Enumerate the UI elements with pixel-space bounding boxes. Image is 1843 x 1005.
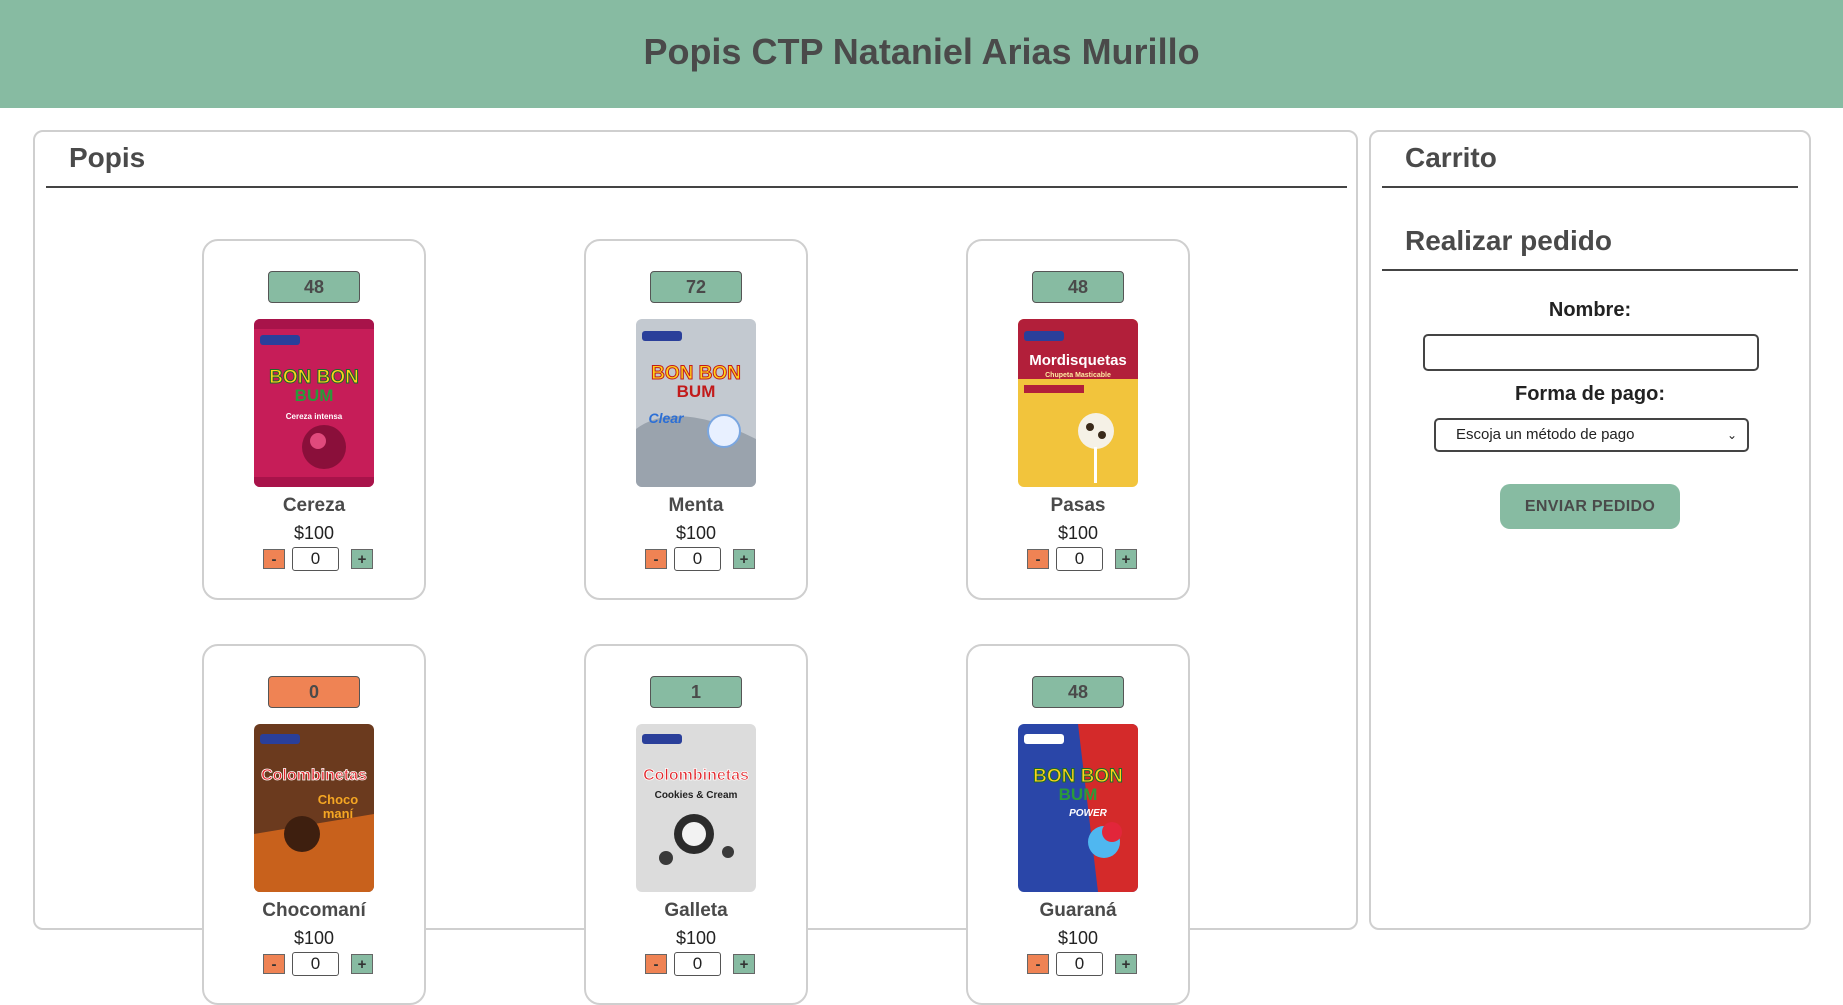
stock-badge: 1 bbox=[650, 676, 742, 708]
submit-order-button[interactable]: ENVIAR PEDIDO bbox=[1500, 484, 1680, 529]
order-title: Realizar pedido bbox=[1405, 225, 1612, 256]
order-title-divider bbox=[1382, 269, 1798, 271]
svg-text:POWER: POWER bbox=[1069, 808, 1108, 819]
stock-badge: 48 bbox=[268, 271, 360, 303]
svg-text:BUM: BUM bbox=[1059, 785, 1098, 804]
decrement-button[interactable]: - bbox=[1027, 954, 1049, 974]
increment-button[interactable]: + bbox=[733, 954, 755, 974]
product-name: Pasas bbox=[1050, 495, 1106, 516]
payment-selected-value: Escoja un método de pago bbox=[1456, 426, 1635, 443]
quantity-stepper: - + bbox=[645, 547, 755, 571]
stock-badge: 48 bbox=[1032, 271, 1124, 303]
product-card-guarana: 48 BON BON BUM POWER Guaraná $100 - + bbox=[966, 644, 1190, 1005]
product-name: Cereza bbox=[282, 495, 346, 516]
svg-text:BUM: BUM bbox=[295, 386, 334, 405]
quantity-stepper: - + bbox=[263, 952, 373, 976]
increment-button[interactable]: + bbox=[733, 549, 755, 569]
product-image-menta: BON BON BUM Clear bbox=[636, 319, 756, 487]
increment-button[interactable]: + bbox=[1115, 549, 1137, 569]
quantity-stepper: - + bbox=[263, 547, 373, 571]
product-price: $100 bbox=[293, 928, 335, 948]
decrement-button[interactable]: - bbox=[645, 954, 667, 974]
product-image-chocomani: Colombinetas Choco maní bbox=[254, 724, 374, 892]
site-header: Popis CTP Nataniel Arias Murillo bbox=[0, 0, 1843, 108]
products-panel: Popis 48 BON BON BUM Cereza intensa Cere… bbox=[33, 130, 1358, 1005]
product-image-galleta: Colombinetas Cookies & Cream bbox=[636, 724, 756, 892]
stock-badge: 48 bbox=[1032, 676, 1124, 708]
stock-badge: 72 bbox=[650, 271, 742, 303]
quantity-stepper: - + bbox=[645, 952, 755, 976]
product-price: $100 bbox=[1057, 928, 1099, 948]
svg-text:BON BON: BON BON bbox=[1033, 766, 1123, 787]
product-card-galleta: 1 Colombinetas Cookies & Cream Galleta $… bbox=[584, 644, 808, 1005]
product-card-menta: 72 BON BON BUM Clear Menta $100 - + bbox=[584, 239, 808, 600]
svg-text:Choco: Choco bbox=[318, 792, 359, 807]
quantity-input[interactable] bbox=[674, 952, 721, 976]
increment-button[interactable]: + bbox=[1115, 954, 1137, 974]
site-title: Popis CTP Nataniel Arias Murillo bbox=[643, 31, 1200, 72]
quantity-stepper: - + bbox=[1027, 952, 1137, 976]
product-price: $100 bbox=[1057, 523, 1099, 543]
product-image-cereza: BON BON BUM Cereza intensa bbox=[254, 319, 374, 487]
product-price: $100 bbox=[293, 523, 335, 543]
name-label: Nombre: bbox=[1548, 299, 1632, 321]
svg-text:BON BON: BON BON bbox=[651, 363, 741, 384]
cart-panel: Carrito Realizar pedido Nombre: Forma de… bbox=[1369, 130, 1811, 930]
product-image-guarana: BON BON BUM POWER bbox=[1018, 724, 1138, 892]
cart-title-divider bbox=[1382, 186, 1798, 188]
stock-badge: 0 bbox=[268, 676, 360, 708]
name-input[interactable] bbox=[1423, 334, 1759, 371]
products-panel-title: Popis bbox=[69, 142, 146, 173]
quantity-input[interactable] bbox=[1056, 547, 1103, 571]
payment-label: Forma de pago: bbox=[1514, 383, 1665, 405]
decrement-button[interactable]: - bbox=[263, 549, 285, 569]
quantity-input[interactable] bbox=[292, 547, 339, 571]
product-image-pasas: Mordisquetas Chupeta Masticable bbox=[1018, 319, 1138, 487]
chevron-down-icon: ⌄ bbox=[1726, 428, 1737, 442]
svg-text:Mordisquetas: Mordisquetas bbox=[1029, 352, 1127, 369]
product-name: Galleta bbox=[664, 900, 728, 921]
payment-method-select[interactable]: Escoja un método de pago ⌄ bbox=[1434, 418, 1749, 452]
increment-button[interactable]: + bbox=[351, 954, 373, 974]
svg-text:Colombinetas: Colombinetas bbox=[643, 767, 749, 784]
quantity-input[interactable] bbox=[674, 547, 721, 571]
svg-text:Clear: Clear bbox=[648, 410, 685, 426]
increment-button[interactable]: + bbox=[351, 549, 373, 569]
quantity-input[interactable] bbox=[1056, 952, 1103, 976]
svg-text:BUM: BUM bbox=[677, 382, 716, 401]
product-name: Chocomaní bbox=[262, 900, 366, 921]
quantity-stepper: - + bbox=[1027, 547, 1137, 571]
product-card-chocomani: 0 Colombinetas Choco maní Chocomaní $100… bbox=[202, 644, 426, 1005]
svg-text:Cereza intensa: Cereza intensa bbox=[286, 412, 343, 421]
svg-text:Cookies & Cream: Cookies & Cream bbox=[655, 790, 738, 801]
quantity-input[interactable] bbox=[292, 952, 339, 976]
svg-text:Colombinetas: Colombinetas bbox=[261, 767, 367, 784]
decrement-button[interactable]: - bbox=[645, 549, 667, 569]
decrement-button[interactable]: - bbox=[263, 954, 285, 974]
product-price: $100 bbox=[675, 523, 717, 543]
product-name: Menta bbox=[668, 495, 724, 516]
products-title-divider bbox=[46, 186, 1347, 188]
cart-panel-title: Carrito bbox=[1405, 142, 1497, 173]
svg-text:Chupeta Masticable: Chupeta Masticable bbox=[1045, 372, 1111, 379]
svg-text:maní: maní bbox=[323, 806, 354, 821]
product-price: $100 bbox=[675, 928, 717, 948]
product-card-pasas: 48 Mordisquetas Chupeta Masticable Pasas… bbox=[966, 239, 1190, 600]
decrement-button[interactable]: - bbox=[1027, 549, 1049, 569]
product-name: Guaraná bbox=[1039, 900, 1117, 921]
product-card-cereza: 48 BON BON BUM Cereza intensa Cereza $10… bbox=[202, 239, 426, 600]
svg-text:BON BON: BON BON bbox=[269, 367, 359, 388]
